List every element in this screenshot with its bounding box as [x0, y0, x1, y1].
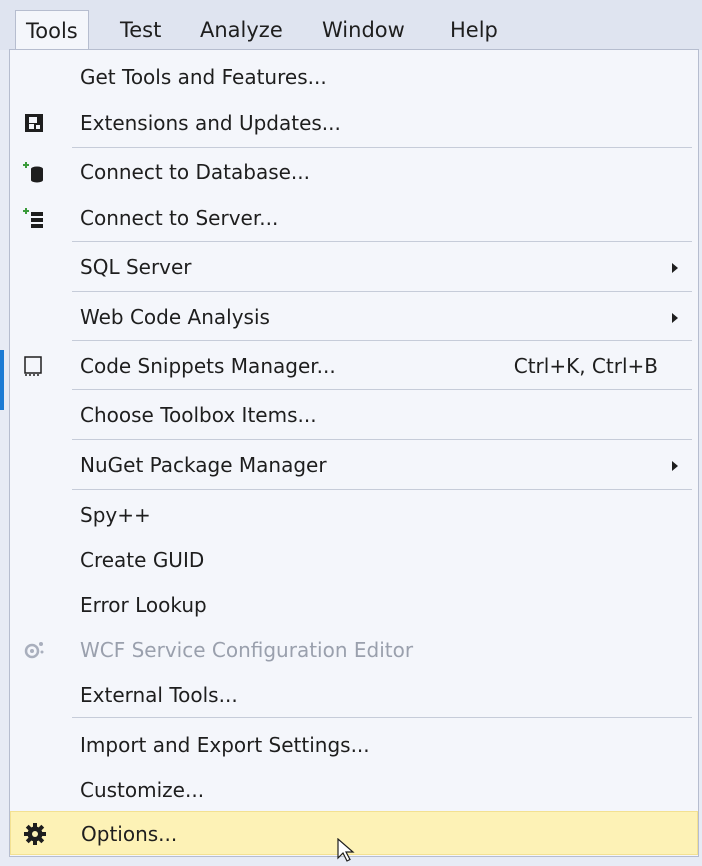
menu-item-label: Error Lookup	[80, 593, 207, 617]
menu-item-label: Connect to Server...	[80, 206, 279, 230]
menu-item-wcf-service-config-editor: WCF Service Configuration Editor	[10, 628, 698, 672]
menu-item-connect-server[interactable]: Connect to Server...	[10, 196, 698, 240]
menu-item-label: Choose Toolbox Items...	[80, 403, 317, 427]
separator	[72, 291, 692, 292]
database-icon	[22, 160, 46, 184]
mouse-cursor-icon	[336, 837, 356, 862]
editor-accent-bar	[0, 350, 4, 410]
menu-tools[interactable]: Tools	[15, 10, 89, 51]
wcf-config-icon	[22, 638, 46, 662]
menu-item-label: Spy++	[80, 503, 151, 527]
shortcut-text: Ctrl+K, Ctrl+B	[513, 354, 658, 378]
submenu-arrow-icon	[672, 461, 678, 471]
submenu-arrow-icon	[672, 313, 678, 323]
extensions-icon	[22, 111, 46, 135]
menu-item-label: Web Code Analysis	[80, 305, 270, 329]
menu-test[interactable]: Test	[110, 10, 171, 50]
menu-item-connect-database[interactable]: Connect to Database...	[10, 150, 698, 194]
menu-item-sql-server[interactable]: SQL Server	[10, 245, 698, 289]
separator	[72, 489, 692, 490]
menu-item-label: Customize...	[80, 778, 205, 802]
menu-item-external-tools[interactable]: External Tools...	[10, 673, 698, 717]
separator	[72, 439, 692, 440]
snippet-icon	[22, 354, 46, 378]
menu-item-choose-toolbox-items[interactable]: Choose Toolbox Items...	[10, 393, 698, 437]
separator	[72, 241, 692, 242]
menu-item-label: Options...	[81, 822, 178, 846]
server-icon	[22, 206, 46, 230]
menu-item-error-lookup[interactable]: Error Lookup	[10, 583, 698, 627]
menu-item-get-tools[interactable]: Get Tools and Features...	[10, 55, 698, 99]
menu-item-spy[interactable]: Spy++	[10, 493, 698, 537]
separator	[72, 340, 692, 341]
menu-item-web-code-analysis[interactable]: Web Code Analysis	[10, 295, 698, 339]
separator	[72, 147, 692, 148]
menu-item-import-export-settings[interactable]: Import and Export Settings...	[10, 723, 698, 767]
menu-item-label: Code Snippets Manager...	[80, 354, 336, 378]
tools-dropdown-menu: Get Tools and Features... Extensions and…	[9, 49, 699, 857]
menu-analyze[interactable]: Analyze	[190, 10, 293, 50]
menu-item-extensions[interactable]: Extensions and Updates...	[10, 101, 698, 145]
gear-icon	[23, 822, 47, 846]
menu-help[interactable]: Help	[440, 10, 508, 50]
menu-item-nuget-package-manager[interactable]: NuGet Package Manager	[10, 443, 698, 487]
menu-item-label: Create GUID	[80, 548, 205, 572]
menu-item-label: WCF Service Configuration Editor	[80, 638, 414, 662]
menu-item-label: Import and Export Settings...	[80, 733, 370, 757]
separator	[72, 389, 692, 390]
submenu-arrow-icon	[672, 263, 678, 273]
menu-item-label: NuGet Package Manager	[80, 453, 327, 477]
menu-item-label: Connect to Database...	[80, 160, 310, 184]
menu-item-create-guid[interactable]: Create GUID	[10, 538, 698, 582]
menu-item-label: External Tools...	[80, 683, 238, 707]
menu-window[interactable]: Window	[312, 10, 415, 50]
menu-item-code-snippets-manager[interactable]: Code Snippets Manager... Ctrl+K, Ctrl+B	[10, 344, 698, 388]
menu-item-label: SQL Server	[80, 255, 192, 279]
menu-item-customize[interactable]: Customize...	[10, 768, 698, 812]
menu-item-label: Extensions and Updates...	[80, 111, 341, 135]
menu-item-label: Get Tools and Features...	[80, 65, 327, 89]
menu-bar: Tools Test Analyze Window Help	[0, 0, 702, 51]
separator	[72, 717, 692, 718]
